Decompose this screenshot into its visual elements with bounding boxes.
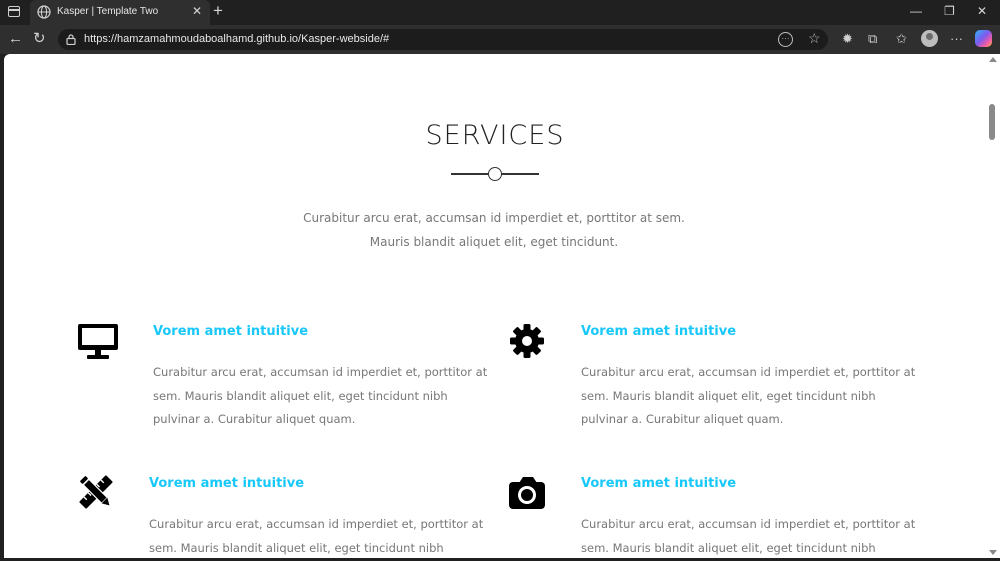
- close-window-button[interactable]: ✕: [977, 4, 987, 18]
- lock-icon[interactable]: [66, 34, 76, 45]
- page-scrollbar[interactable]: [986, 54, 1000, 558]
- minimize-button[interactable]: —: [910, 4, 922, 18]
- globe-icon: [37, 5, 51, 19]
- copilot-icon[interactable]: [975, 30, 992, 47]
- title-divider: [451, 167, 539, 181]
- service-title: Vorem amet intuitive: [581, 324, 737, 339]
- window-menu-icon[interactable]: [8, 6, 20, 17]
- service-text: Curabitur arcu erat, accumsan id imperdi…: [581, 517, 916, 555]
- service-title: Vorem amet intuitive: [153, 324, 309, 339]
- refresh-icon[interactable]: ↻: [33, 31, 46, 47]
- page-viewport: SERVICES Curabitur arcu erat, accumsan i…: [4, 54, 986, 558]
- scroll-down-arrow-icon[interactable]: [989, 550, 997, 555]
- browser-tab[interactable]: Kasper | Template Two ✕: [30, 0, 210, 25]
- address-bar: ← ↻ https://hamzamahmoudaboalhamd.github…: [0, 25, 1000, 54]
- scroll-thumb[interactable]: [989, 104, 995, 140]
- tab-close-icon[interactable]: ✕: [192, 4, 202, 18]
- service-title: Vorem amet intuitive: [581, 476, 737, 491]
- puzzle-icon[interactable]: ⧉: [868, 31, 877, 47]
- service-text: Curabitur arcu erat, accumsan id imperdi…: [581, 365, 916, 426]
- camera-icon: [509, 477, 545, 509]
- services-title: SERVICES: [425, 120, 565, 151]
- extension-icon[interactable]: ✹: [842, 31, 853, 47]
- pencil-ruler-icon: [79, 475, 113, 509]
- service-text: Curabitur arcu erat, accumsan id imperdi…: [149, 517, 484, 555]
- gear-icon: [510, 324, 544, 358]
- url-text[interactable]: https://hamzamahmoudaboalhamd.github.io/…: [84, 33, 389, 45]
- back-icon[interactable]: ←: [8, 31, 23, 47]
- restore-button[interactable]: ❐: [944, 4, 955, 18]
- new-tab-button[interactable]: +: [213, 1, 223, 21]
- services-description: Curabitur arcu erat, accumsan id imperdi…: [303, 211, 685, 249]
- favorite-star-icon[interactable]: ☆: [808, 30, 821, 47]
- tab-title: Kasper | Template Two: [57, 6, 159, 17]
- favorites-icon[interactable]: ✩: [896, 31, 907, 47]
- url-field[interactable]: https://hamzamahmoudaboalhamd.github.io/…: [58, 29, 828, 50]
- service-text: Curabitur arcu erat, accumsan id imperdi…: [153, 365, 488, 426]
- scroll-up-arrow-icon[interactable]: [989, 57, 997, 62]
- service-title: Vorem amet intuitive: [149, 476, 305, 491]
- more-icon[interactable]: ···: [950, 31, 963, 46]
- tab-bar: Kasper | Template Two ✕ + — ❐ ✕: [0, 0, 1000, 25]
- desktop-icon: [78, 324, 118, 359]
- profile-avatar[interactable]: [921, 30, 938, 47]
- reader-icon[interactable]: ···: [778, 32, 793, 47]
